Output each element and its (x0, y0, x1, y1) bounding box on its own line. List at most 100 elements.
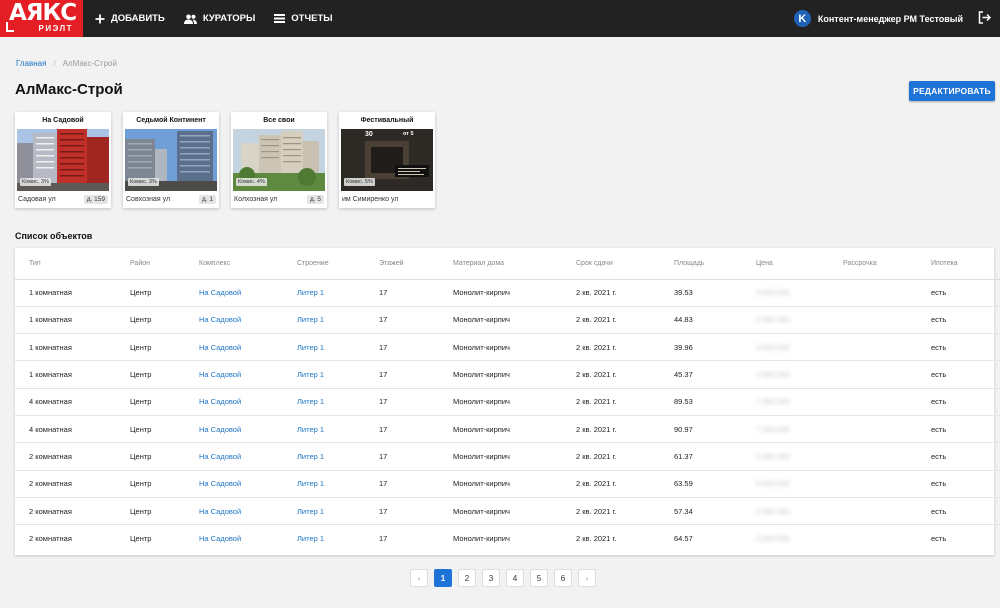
cell-price: 5 000 000 (756, 442, 843, 471)
complex-link[interactable]: На Садовой (199, 452, 241, 461)
cell-installment (843, 333, 931, 362)
nav-add[interactable]: ДОБАВИТЬ (95, 0, 165, 37)
cell-installment (843, 525, 931, 552)
page-button-2[interactable]: 2 (458, 569, 476, 587)
commission-badge: Комис. 3% (128, 178, 159, 186)
cell-deadline: 2 кв. 2021 г. (576, 415, 674, 444)
edit-button[interactable]: РЕДАКТИРОВАТЬ (909, 81, 995, 101)
column-header: Площадь (674, 248, 756, 280)
complex-card-house: д. 1 (198, 195, 216, 204)
building-link[interactable]: Литер 1 (297, 370, 324, 379)
building-link[interactable]: Литер 1 (297, 452, 324, 461)
cell-building: Литер 1 (297, 442, 379, 471)
complex-link[interactable]: На Садовой (199, 315, 241, 324)
complex-card-festivalny[interactable]: Фестивальный 30 от 5 Комис. 5% им Симире… (339, 112, 435, 208)
column-header: Район (130, 248, 199, 280)
cell-installment (843, 279, 931, 307)
cell-complex: На Садовой (199, 333, 297, 362)
price-value: 3 000 000 (756, 370, 790, 380)
complex-link[interactable]: На Садовой (199, 288, 241, 297)
cell-price: 3 000 000 (756, 279, 843, 307)
logout-icon[interactable] (978, 11, 991, 24)
cell-type: 1 комнатная (15, 306, 130, 335)
building-link[interactable]: Литер 1 (297, 397, 324, 406)
cell-district: Центр (130, 360, 199, 389)
cell-district: Центр (130, 279, 199, 307)
column-header: Материал дома (453, 248, 576, 280)
brand-logo[interactable]: АЯКС РИЭЛТ (0, 0, 83, 37)
breadcrumb-current: АлМакс-Строй (62, 59, 117, 68)
complex-link[interactable]: На Садовой (199, 397, 241, 406)
cell-area: 90.97 (674, 415, 756, 444)
building-link[interactable]: Литер 1 (297, 288, 324, 297)
table-row[interactable]: 2 комнатная Центр На Садовой Литер 1 17 Монол… (15, 442, 1000, 471)
building-link[interactable]: Литер 1 (297, 479, 324, 488)
page-button-4[interactable]: 4 (506, 569, 524, 587)
cell-mortgage: есть (931, 333, 1000, 362)
table-row[interactable]: 1 комнатная Центр На Садовой Литер 1 17 Монол… (15, 279, 1000, 307)
cell-type: 2 комнатная (29, 534, 72, 544)
building-link[interactable]: Литер 1 (297, 315, 324, 324)
table-row[interactable]: 4 комнатная Центр На Садовой Литер 1 17 Монол… (15, 415, 1000, 444)
cell-mortgage: есть (931, 534, 947, 544)
cell-district: Центр (130, 497, 199, 526)
building-link[interactable]: Литер 1 (297, 507, 324, 516)
cell-floors: 17 (379, 388, 453, 416)
column-header: Строение (297, 248, 379, 280)
table-row[interactable]: 2 комнатная Центр На Садовой Литер 1 17 Монол… (15, 497, 1000, 526)
cell-deadline: 2 кв. 2021 г. (576, 534, 617, 544)
table-row[interactable]: 1 комнатная Центр На Садовой Литер 1 17 Монол… (15, 306, 1000, 335)
table-row[interactable]: 4 комнатная Центр На Садовой Литер 1 17 Монол… (15, 388, 1000, 416)
building-link[interactable]: Литер 1 (297, 534, 324, 543)
cell-area: 39.96 (674, 333, 756, 362)
cell-price: 7 000 000 (756, 415, 843, 444)
cell-installment (843, 415, 931, 444)
cell-deadline: 2 кв. 2021 г. (576, 388, 674, 416)
cell-deadline: 2 кв. 2021 г. (576, 442, 674, 471)
cell-mortgage: есть (931, 470, 1000, 498)
complex-link[interactable]: На Садовой (199, 425, 241, 434)
complex-card-title: Седьмой Континент (136, 117, 206, 124)
breadcrumb-home-link[interactable]: Главная (16, 59, 46, 68)
cell-area: 39.53 (674, 279, 756, 307)
cell-mortgage: есть (931, 497, 1000, 526)
cell-floors: 17 (379, 279, 453, 307)
complex-card-na-sadovoy[interactable]: На Садовой Комис. 3% Садовая ул д. 159 (15, 112, 111, 208)
pagination-next-button[interactable]: › (578, 569, 596, 587)
nav-curators[interactable]: КУРАТОРЫ (183, 0, 255, 37)
table-row[interactable]: 1 комнатная Центр На Садовой Литер 1 17 Монол… (15, 333, 1000, 362)
complex-link[interactable]: На Садовой (199, 343, 241, 352)
complex-card-sedmoy-kontinent[interactable]: Седьмой Континент Комис. 3% Совхозная ул… (123, 112, 219, 208)
page-title: АлМакс-Строй (15, 81, 123, 98)
complex-link[interactable]: На Садовой (199, 479, 241, 488)
complex-link[interactable]: На Садовой (199, 370, 241, 379)
users-icon (183, 14, 197, 24)
complex-link[interactable]: На Садовой (199, 507, 241, 516)
cell-deadline: 2 кв. 2021 г. (576, 470, 674, 498)
price-value: 7 000 000 (756, 397, 790, 407)
complex-link[interactable]: На Садовой (199, 534, 241, 543)
pagination-prev-button[interactable]: ‹ (410, 569, 428, 587)
cell-price: 5 000 000 (756, 525, 843, 552)
building-link[interactable]: Литер 1 (297, 343, 324, 352)
page-button-5[interactable]: 5 (530, 569, 548, 587)
cell-floors: 17 (379, 534, 388, 544)
user-menu[interactable]: K Контент-менеджер РМ Тестовый (793, 0, 963, 37)
nav-reports-label: ОТЧЕТЫ (291, 13, 333, 24)
column-header: Тип (15, 248, 130, 280)
table-row[interactable]: 2 комнатная Центр На Садовой Литер 1 17 Монол… (15, 525, 1000, 552)
nav-reports[interactable]: ОТЧЕТЫ (274, 0, 333, 37)
page-button-1[interactable]: 1 (434, 569, 452, 587)
table-row[interactable]: 1 комнатная Центр На Садовой Литер 1 17 Монол… (15, 360, 1000, 389)
cell-area: 44.83 (674, 306, 756, 335)
cell-mortgage: есть (931, 306, 1000, 335)
complex-card-title: Все свои (263, 117, 295, 124)
table-row[interactable]: 2 комнатная Центр На Садовой Литер 1 17 Монол… (15, 470, 1000, 498)
page-button-3[interactable]: 3 (482, 569, 500, 587)
price-value: 5 000 000 (756, 451, 790, 461)
complex-card-vse-svoi[interactable]: Все свои Комис. 4% Колхозная ул д. 5 (231, 112, 327, 208)
page-button-6[interactable]: 6 (554, 569, 572, 587)
column-header: Цена (756, 248, 843, 280)
building-link[interactable]: Литер 1 (297, 425, 324, 434)
table-header-row: Тип Район Комплекс Строение Этажей Материал д… (15, 248, 1000, 280)
